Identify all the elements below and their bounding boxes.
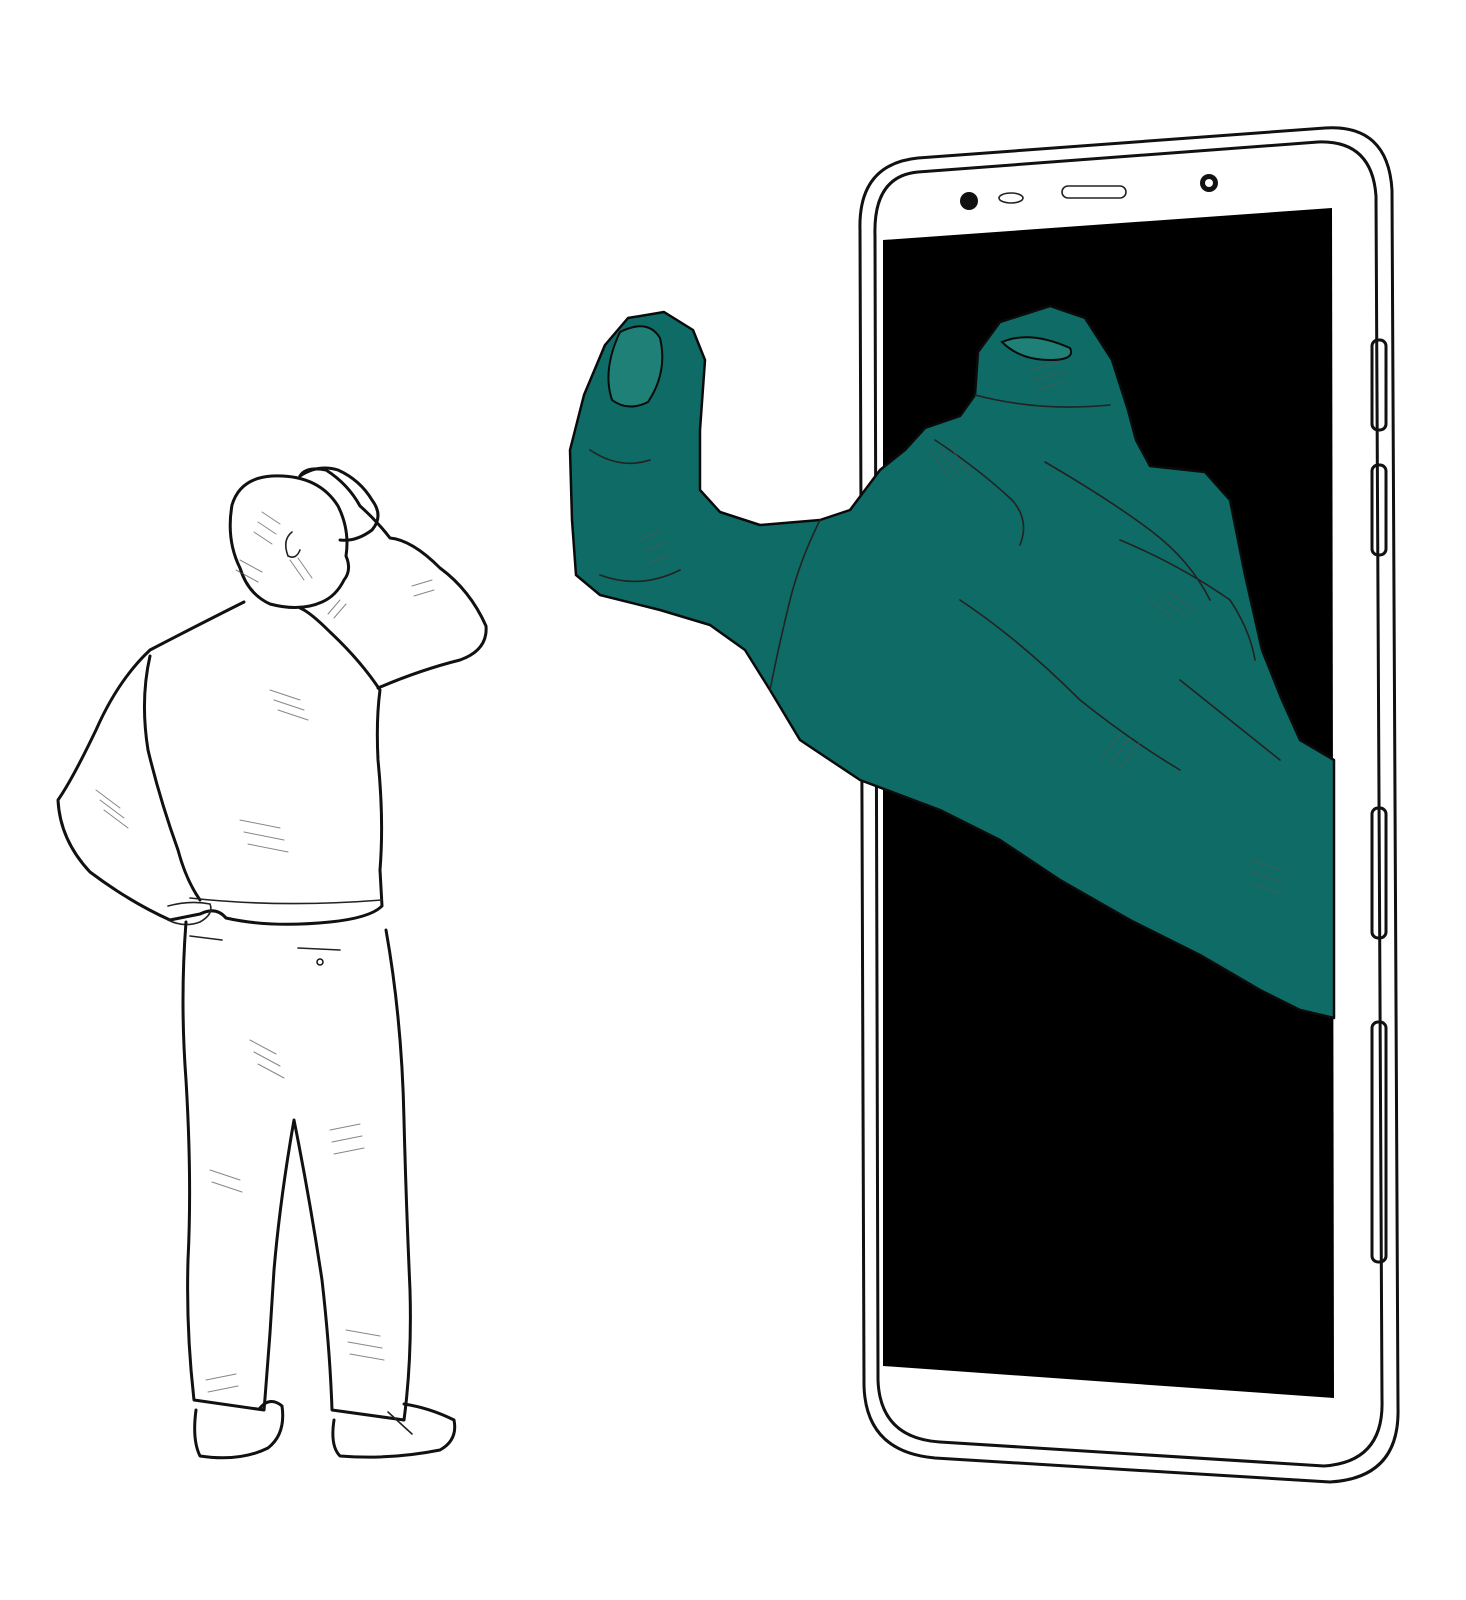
person-shoe-strap (387, 1411, 413, 1435)
person-back-pocket-right (297, 947, 341, 951)
illustration-svg (56, 126, 1400, 1484)
person-head (228, 474, 351, 609)
person-trousers (181, 920, 412, 1422)
person-sweater (56, 600, 384, 926)
person-ear (284, 531, 301, 558)
person-left-shoe (193, 1400, 285, 1460)
person-hatching (95, 511, 435, 1393)
illustration-canvas (0, 0, 1466, 1600)
phone-front-camera-icon (960, 192, 978, 210)
person-raised-arm (298, 467, 488, 690)
person-back-pocket-left (189, 935, 223, 941)
person-icon (56, 466, 488, 1460)
person-arm-on-hip (142, 654, 202, 902)
phone-volume-up-button (1370, 338, 1388, 432)
person-sweater-hem (189, 897, 383, 905)
phone-earpiece-icon (1061, 185, 1127, 199)
phone-sensor-icon (998, 192, 1024, 204)
